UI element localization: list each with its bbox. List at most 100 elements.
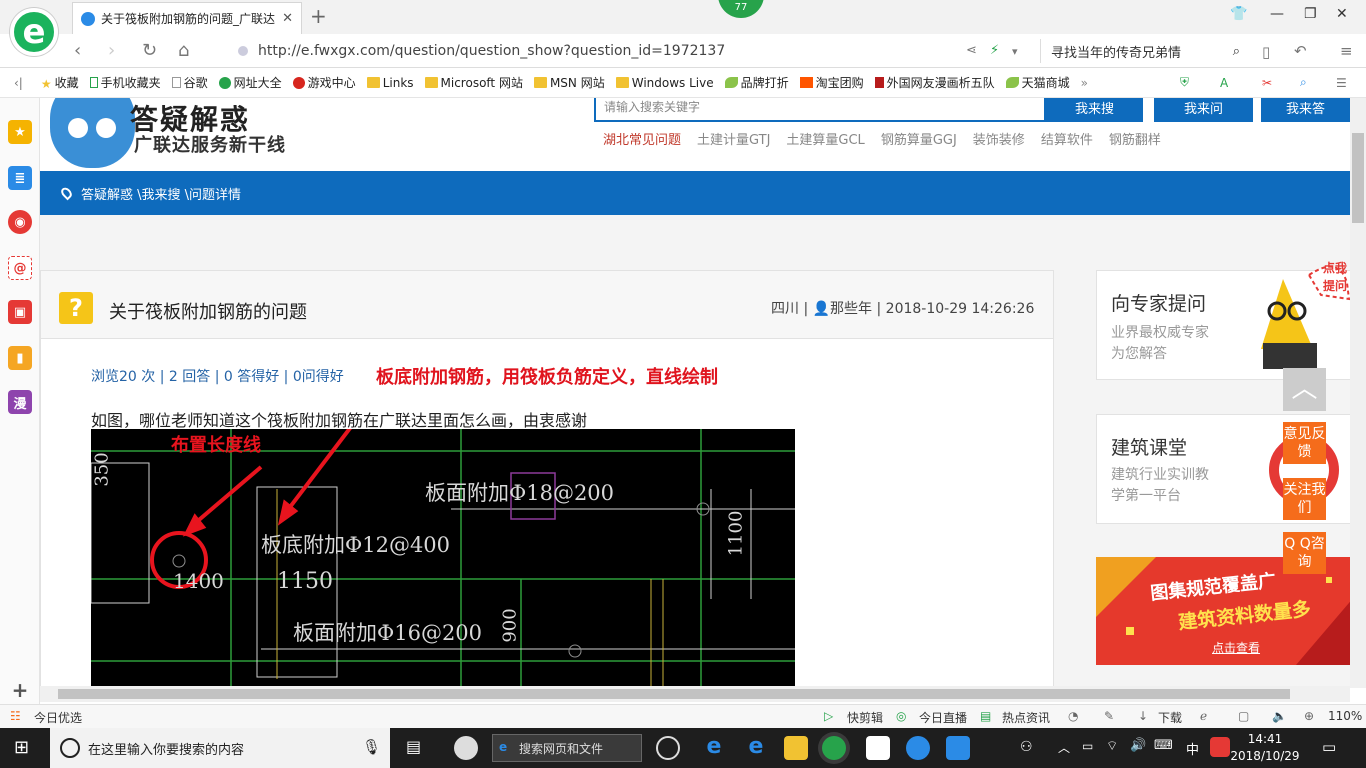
file-explorer-icon[interactable] <box>784 736 808 760</box>
banner-link[interactable]: 点击查看 <box>1212 639 1260 656</box>
tray-expand-icon[interactable]: ︿ <box>1058 739 1070 756</box>
news-icon[interactable]: ≣ <box>8 166 32 190</box>
fav-item-brand-discount[interactable]: 品牌打折 <box>724 74 789 91</box>
hot-link[interactable]: 湖北常见问题 <box>603 129 681 148</box>
fav-item-sites[interactable]: 网址大全 <box>218 74 282 91</box>
glodon-app-icon[interactable] <box>906 736 930 760</box>
site-search-input[interactable]: 请输入搜索关键字 <box>594 98 1046 122</box>
quick-edit-link[interactable]: 快剪辑 <box>847 709 883 726</box>
fav-item-windows-live[interactable]: Windows Live <box>615 76 714 90</box>
task-view-icon[interactable]: ▤ <box>406 737 421 756</box>
url-field[interactable]: http://e.fwxgx.com/question/question_sho… <box>238 41 998 61</box>
fav-item-collect[interactable]: ★ 收藏 <box>41 74 79 91</box>
mail-icon[interactable]: @ <box>8 256 32 280</box>
accelerate-icon[interactable]: ◔ <box>1068 709 1078 723</box>
ie-mode-icon[interactable]: ℯ <box>1200 709 1207 723</box>
taskbar-search-input[interactable]: 在这里输入你要搜索的内容 🎙 <box>50 728 390 768</box>
fav-item-games[interactable]: 游戏中心 <box>292 74 356 91</box>
home-icon[interactable]: ⌂ <box>178 40 189 61</box>
forward-icon[interactable]: › <box>108 40 115 61</box>
browser-logo-icon[interactable]: e <box>10 8 58 56</box>
plus-app-icon[interactable] <box>946 736 970 760</box>
pinwheel-app-icon[interactable] <box>454 736 478 760</box>
mobile-icon[interactable]: ▯ <box>1262 43 1270 61</box>
close-window-icon[interactable]: ✕ <box>1336 6 1348 22</box>
click-to-ask-tip[interactable]: 点我提问 <box>1323 259 1350 295</box>
zoom-level[interactable]: 110% <box>1328 709 1362 723</box>
tab-close-icon[interactable]: ✕ <box>282 11 293 26</box>
share-icon[interactable]: ⋖ <box>966 43 977 58</box>
undo-icon[interactable]: ↶ <box>1294 42 1307 60</box>
speed-mode-icon[interactable]: ⚡ <box>990 43 999 58</box>
pin-icon[interactable]: ✎ <box>1104 709 1114 723</box>
hot-link[interactable]: 土建算量GCL <box>786 129 864 148</box>
ask-expert-box[interactable]: 向专家提问 业界最权威专家 为您解答 点我提问 <box>1096 261 1350 380</box>
maximize-icon[interactable]: ❐ <box>1304 6 1317 22</box>
qq-consult-button[interactable]: Q Q咨询 <box>1283 532 1326 574</box>
favbar-menu-icon[interactable]: ☰ <box>1336 76 1347 90</box>
cad-drawing-image[interactable]: 布置长度线 板面附加Φ18@200 板底附加Φ12@400 1150 板面附加Φ… <box>91 429 795 686</box>
hot-link[interactable]: 装饰装修 <box>973 129 1025 148</box>
answer-button[interactable]: 我来答 <box>1261 98 1350 122</box>
speaker-icon[interactable]: 🔊 <box>1130 738 1146 753</box>
zoom-icon[interactable]: ⊕ <box>1304 709 1314 723</box>
system-clock[interactable]: 14:41 2018/10/29 <box>1220 731 1310 765</box>
breadcrumb[interactable]: 答疑解惑 \我来搜 \问题详情 <box>81 184 241 203</box>
fav-item-links[interactable]: Links <box>366 76 414 90</box>
horizontal-scrollbar[interactable] <box>40 686 1350 702</box>
hot-link[interactable]: 钢筋翻样 <box>1109 129 1161 148</box>
favbar-collapse-icon[interactable]: ‹| <box>14 76 23 90</box>
follow-us-button[interactable]: 关注我们 <box>1283 478 1326 520</box>
back-icon[interactable]: ‹ <box>74 40 81 61</box>
fav-item-tmall[interactable]: 天猫商城 <box>1005 74 1070 91</box>
people-icon[interactable]: ⚇ <box>1020 739 1033 755</box>
feedback-button[interactable]: 意见反馈 <box>1283 422 1326 464</box>
mode-dropdown-icon[interactable]: ▾ <box>1012 45 1018 58</box>
notification-badge[interactable]: 77 <box>718 0 764 18</box>
comic-icon[interactable]: 漫 <box>8 390 32 414</box>
mail-app-icon[interactable] <box>866 736 890 760</box>
fav-item-comic[interactable]: 外国网友漫画析五队 <box>874 74 995 91</box>
minimize-icon[interactable]: — <box>1270 6 1284 22</box>
translate-icon[interactable]: A <box>1220 76 1228 90</box>
hot-link[interactable]: 钢筋算量GGJ <box>881 129 957 148</box>
browser-taskbar-icon[interactable] <box>822 736 846 760</box>
refresh-icon[interactable]: ↻ <box>142 40 157 61</box>
browser-tab[interactable]: 关于筏板附加钢筋的问题_广联达 ✕ <box>72 2 302 34</box>
battery-icon[interactable]: ▭ <box>1082 739 1093 753</box>
new-tab-button[interactable]: + <box>310 4 327 28</box>
daily-pick-link[interactable]: 今日优选 <box>34 709 82 726</box>
edge-icon[interactable]: e <box>702 736 726 760</box>
keyboard-icon[interactable]: ⌨ <box>1154 738 1173 753</box>
live-link[interactable]: 今日直播 <box>919 709 967 726</box>
microphone-icon[interactable]: 🎙 <box>362 738 381 756</box>
reader-icon[interactable]: ▮ <box>8 346 32 370</box>
vertical-scrollbar-thumb[interactable] <box>1352 133 1364 223</box>
find-icon[interactable]: ⌕ <box>1300 75 1307 90</box>
fav-item-mobile[interactable]: 手机收藏夹 <box>89 74 161 91</box>
menu-icon[interactable]: ≡ <box>1340 42 1353 60</box>
vertical-scrollbar[interactable] <box>1350 98 1366 688</box>
ime-indicator[interactable]: 中 <box>1186 739 1199 758</box>
fav-item-microsoft[interactable]: Microsoft 网站 <box>424 74 523 91</box>
volume-icon[interactable]: 🔈 <box>1272 709 1287 723</box>
hot-link[interactable]: 土建计量GTJ <box>697 129 770 148</box>
fav-item-taobao[interactable]: 淘宝团购 <box>799 74 864 91</box>
security-shield-icon[interactable]: ⛨ <box>1180 75 1189 90</box>
download-link[interactable]: 下载 <box>1158 709 1182 726</box>
game-icon[interactable]: ▣ <box>8 300 32 324</box>
search-icon[interactable]: ⌕ <box>1233 44 1240 59</box>
hot-link[interactable]: 结算软件 <box>1041 129 1093 148</box>
weibo-icon[interactable]: ◉ <box>8 210 32 234</box>
wifi-icon[interactable]: ⌔ <box>1106 738 1118 754</box>
action-center-icon[interactable]: ▭ <box>1322 738 1336 756</box>
ie-icon[interactable]: e <box>744 736 768 760</box>
chrome-like-icon[interactable] <box>656 736 680 760</box>
favbar-more-icon[interactable]: » <box>1081 76 1088 90</box>
horizontal-scrollbar-thumb[interactable] <box>58 689 1290 699</box>
window-icon[interactable]: ▢ <box>1238 709 1249 723</box>
screenshot-scissors-icon[interactable]: ✂ <box>1262 76 1272 90</box>
skin-icon[interactable]: 👕 <box>1230 6 1247 22</box>
search-box[interactable]: 寻找当年的传奇兄弟情 ⌕ <box>1040 39 1240 63</box>
ask-button[interactable]: 我来问 <box>1154 98 1253 122</box>
